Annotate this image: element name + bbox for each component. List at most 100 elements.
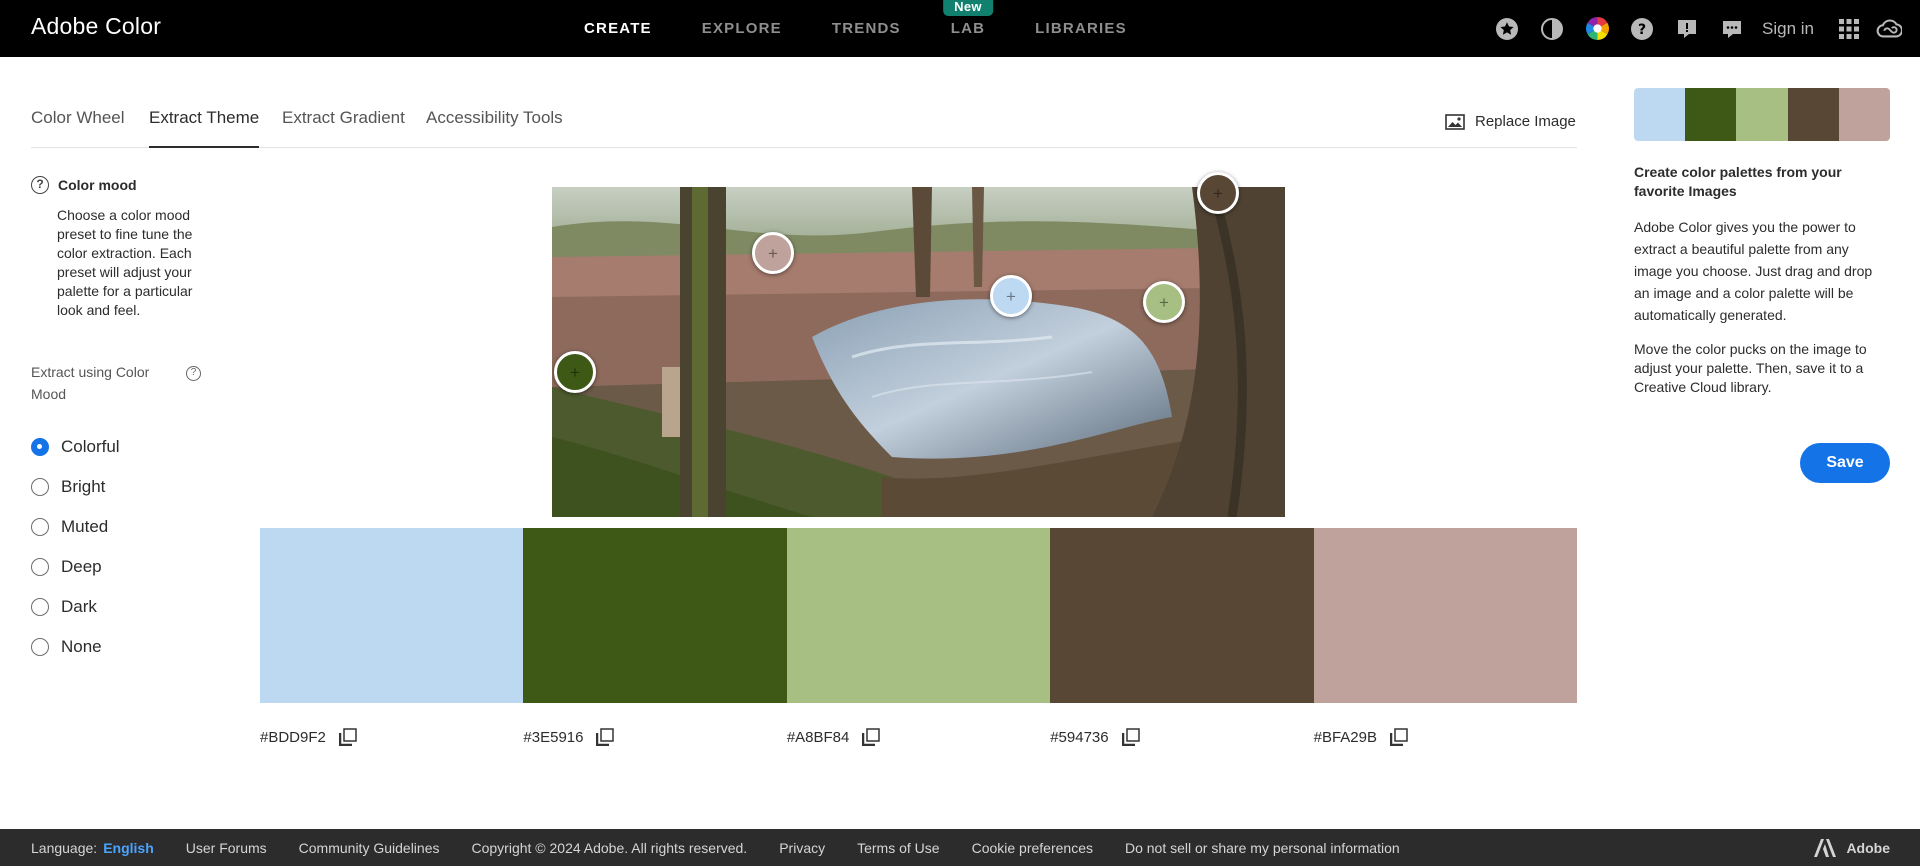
preview-swatch <box>1634 88 1686 141</box>
preview-swatch <box>1787 88 1839 141</box>
footer-link-terms[interactable]: Terms of Use <box>857 840 939 856</box>
mood-option-bright[interactable]: Bright <box>31 467 120 507</box>
new-badge: New <box>943 0 993 16</box>
svg-text:?: ? <box>1638 22 1646 38</box>
source-image: + + + + <box>552 187 1285 517</box>
palette-swatch[interactable] <box>1050 528 1314 703</box>
hex-value[interactable]: #BDD9F2 <box>260 729 326 746</box>
footer-link-do-not-sell[interactable]: Do not sell or share my personal informa… <box>1125 840 1400 856</box>
nav-lab-label: LAB <box>950 20 986 37</box>
nav-trends[interactable]: TRENDS <box>832 0 901 57</box>
color-mood-description: Choose a color mood preset to fine tune … <box>57 207 193 318</box>
apps-grid-icon[interactable] <box>1836 16 1862 42</box>
replace-image-button[interactable]: Replace Image <box>1445 113 1576 130</box>
radio-icon <box>31 478 49 496</box>
extract-help-icon[interactable]: ? <box>186 366 201 381</box>
extract-tabs: Color Wheel Extract Theme Extract Gradie… <box>31 96 1577 148</box>
nav-libraries[interactable]: LIBRARIES <box>1035 0 1127 57</box>
tab-color-wheel[interactable]: Color Wheel <box>31 108 125 128</box>
nav-explore[interactable]: EXPLORE <box>702 0 782 57</box>
adobe-footer-logo[interactable]: Adobe <box>1814 839 1890 857</box>
footer-copyright: Copyright © 2024 Adobe. All rights reser… <box>471 839 748 856</box>
palette-swatch[interactable] <box>260 528 524 703</box>
mood-option-deep[interactable]: Deep <box>31 547 120 587</box>
forest-stream-image <box>552 187 1285 517</box>
palette-swatches <box>260 528 1578 703</box>
palette-hex-codes: #BDD9F2 #3E5916 #A8BF84 #594736 #BFA29B <box>260 728 1577 746</box>
hex-value[interactable]: #3E5916 <box>523 729 583 746</box>
radio-icon <box>31 638 49 656</box>
creative-cloud-icon[interactable] <box>1876 16 1902 42</box>
palette-swatch[interactable] <box>523 528 787 703</box>
color-mood-panel: ? Color mood Choose a color mood preset … <box>31 176 206 320</box>
color-mood-title: Color mood <box>58 177 137 193</box>
palette-swatch[interactable] <box>1313 528 1578 703</box>
save-button[interactable]: Save <box>1800 443 1890 483</box>
mood-option-colorful[interactable]: Colorful <box>31 427 120 467</box>
image-icon <box>1445 113 1465 130</box>
footer-link-cookie-preferences[interactable]: Cookie preferences <box>972 840 1093 856</box>
color-puck[interactable]: + <box>554 351 596 393</box>
info-paragraph: Adobe Color gives you the power to extra… <box>1634 219 1873 323</box>
main-nav: CREATE EXPLORE TRENDS LAB New LIBRARIES <box>584 0 1177 57</box>
nav-create[interactable]: CREATE <box>584 0 652 57</box>
mood-option-none[interactable]: None <box>31 627 120 667</box>
hex-value[interactable]: #594736 <box>1050 729 1108 746</box>
color-mood-options: Colorful Bright Muted Deep Dark None <box>31 427 120 667</box>
palette-swatch[interactable] <box>786 528 1051 703</box>
preview-swatch <box>1838 88 1890 141</box>
footer-link-privacy[interactable]: Privacy <box>779 840 825 856</box>
color-puck[interactable]: + <box>1197 172 1239 214</box>
nav-lab[interactable]: LAB New <box>943 0 993 57</box>
info-title: Create color palettes from your favorite… <box>1634 164 1842 199</box>
hex-value[interactable]: #A8BF84 <box>787 729 850 746</box>
copy-icon[interactable] <box>1390 728 1408 746</box>
help-icon[interactable]: ? <box>1629 16 1655 42</box>
top-bar: Adobe Color CREATE EXPLORE TRENDS LAB Ne… <box>0 0 1920 57</box>
adobe-logo-icon <box>1814 839 1837 857</box>
chat-icon[interactable] <box>1719 16 1745 42</box>
hex-value[interactable]: #BFA29B <box>1314 729 1377 746</box>
tab-accessibility-tools[interactable]: Accessibility Tools <box>426 108 563 128</box>
color-wheel-icon[interactable] <box>1584 16 1610 42</box>
color-puck[interactable]: + <box>752 232 794 274</box>
language-selector: Language: English <box>31 840 154 856</box>
mood-option-label: Muted <box>61 517 109 536</box>
footer-link-community-guidelines[interactable]: Community Guidelines <box>299 840 440 856</box>
language-label: Language: <box>31 839 98 856</box>
feedback-icon[interactable] <box>1674 16 1700 42</box>
mood-option-muted[interactable]: Muted <box>31 507 120 547</box>
extract-mood-label: Extract using Color Mood <box>31 364 150 402</box>
palette-preview <box>1634 88 1890 141</box>
radio-icon <box>31 518 49 536</box>
help-circle-icon[interactable]: ? <box>31 176 49 194</box>
copy-icon[interactable] <box>338 728 357 746</box>
copy-icon[interactable] <box>862 728 881 746</box>
copy-icon[interactable] <box>1121 728 1140 746</box>
mood-option-label: Dark <box>61 597 97 616</box>
footer: Language: English User Forums Community G… <box>0 829 1920 866</box>
footer-link-user-forums[interactable]: User Forums <box>186 840 267 856</box>
tab-extract-gradient[interactable]: Extract Gradient <box>282 108 405 128</box>
copy-icon[interactable] <box>596 728 615 746</box>
preview-swatch <box>1685 88 1737 141</box>
mood-option-label: Deep <box>61 557 102 576</box>
adobe-label: Adobe <box>1846 840 1890 856</box>
color-puck[interactable]: + <box>1143 281 1185 323</box>
language-link[interactable]: English <box>103 840 154 856</box>
mood-option-label: Colorful <box>61 437 120 456</box>
radio-icon <box>31 598 49 616</box>
toolbar-icons: ? Sign in <box>1475 0 1902 57</box>
brand-logo[interactable]: Adobe Color <box>31 13 161 40</box>
radio-icon <box>31 558 49 576</box>
mood-option-label: None <box>61 637 102 656</box>
replace-image-label: Replace Image <box>1475 113 1576 130</box>
star-icon[interactable] <box>1494 16 1520 42</box>
contrast-icon[interactable] <box>1539 16 1565 42</box>
preview-swatch <box>1736 88 1788 141</box>
mood-option-dark[interactable]: Dark <box>31 587 120 627</box>
info-paragraph: Move the color pucks on the image to adj… <box>1634 341 1867 395</box>
tab-extract-theme[interactable]: Extract Theme <box>149 108 260 148</box>
sign-in-link[interactable]: Sign in <box>1762 19 1814 39</box>
color-puck[interactable]: + <box>990 275 1032 317</box>
